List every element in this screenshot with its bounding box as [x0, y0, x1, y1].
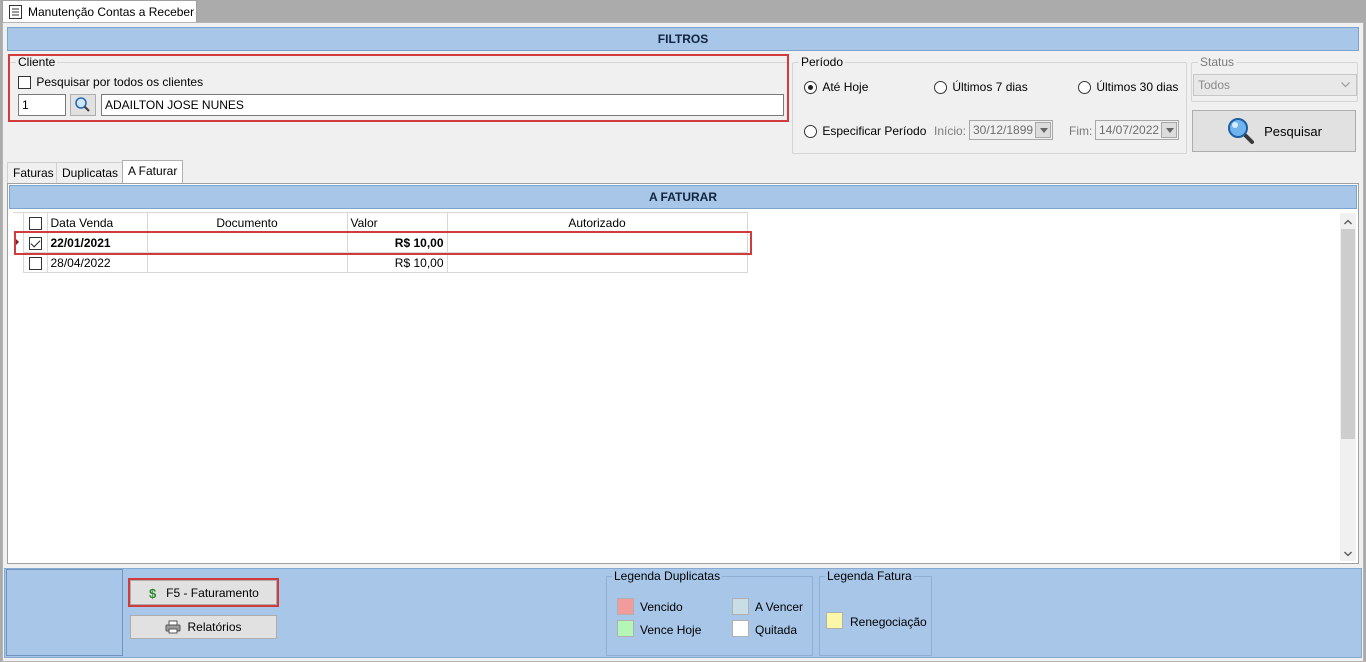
pesquisar-button[interactable]: Pesquisar — [1192, 110, 1356, 152]
fim-date-value: 14/07/2022 — [1099, 123, 1160, 137]
row-checkbox-cell[interactable] — [22, 252, 48, 273]
tab-a-faturar[interactable]: A Faturar — [122, 160, 184, 184]
legend-vencido: Vencido — [640, 600, 683, 614]
bottom-left-box — [6, 569, 123, 656]
faturamento-highlight — [128, 578, 279, 607]
row-indicator-empty — [13, 253, 23, 273]
radio-especificar-label: Especificar Período — [822, 124, 927, 138]
radio-especificar-dot[interactable] — [804, 125, 817, 139]
legend-renegociacao: Renegociação — [850, 615, 927, 629]
legend-vence-hoje: Vence Hoje — [640, 623, 702, 637]
radio-ultimos-7-label: Últimos 7 dias — [952, 80, 1028, 94]
relatorios-button[interactable]: Relatórios — [130, 615, 277, 639]
all-clients-option[interactable]: Pesquisar por todos os clientes — [18, 75, 204, 90]
selected-row-highlight — [14, 231, 752, 255]
all-clients-label: Pesquisar por todos os clientes — [36, 75, 204, 89]
tab-duplicatas[interactable]: Duplicatas — [56, 162, 125, 184]
scroll-down-icon[interactable] — [1344, 551, 1352, 557]
relatorios-label: Relatórios — [187, 620, 242, 634]
a-faturar-header: A FATURAR — [9, 185, 1357, 209]
col-autorizado[interactable]: Autorizado — [446, 212, 748, 233]
filters-header: FILTROS — [7, 27, 1359, 51]
inicio-date-value: 30/12/1899 — [973, 123, 1034, 137]
document-icon — [9, 4, 22, 19]
swatch-vence-hoje — [617, 620, 634, 637]
cell-autorizado — [446, 252, 748, 273]
fim-dropdown-icon[interactable] — [1161, 122, 1177, 138]
col-valor[interactable]: Valor — [346, 212, 448, 233]
legenda-duplicatas-group — [606, 576, 813, 656]
legend-quitada: Quitada — [755, 623, 798, 637]
fim-date-field[interactable]: 14/07/2022 — [1095, 120, 1179, 140]
radio-ultimos-7[interactable]: Últimos 7 dias — [934, 80, 1028, 95]
select-all-checkbox[interactable] — [28, 216, 42, 230]
swatch-vencido — [617, 598, 634, 615]
scroll-thumb[interactable] — [1341, 229, 1355, 439]
table-row[interactable]: 28/04/2022 R$ 10,00 — [13, 252, 748, 273]
client-name-field[interactable]: ADAILTON JOSE NUNES — [101, 94, 784, 116]
table-header-row: Data Venda Documento Valor Autorizado — [13, 212, 748, 233]
inicio-label: Início: — [934, 124, 967, 138]
printer-icon — [165, 620, 181, 634]
radio-ultimos-30-label: Últimos 30 dias — [1096, 80, 1179, 94]
row-indicator-header — [13, 212, 24, 233]
window-tab[interactable]: Manutenção Contas a Receber — [2, 0, 197, 22]
radio-ultimos-30-dot[interactable] — [1078, 81, 1091, 95]
radio-ate-hoje[interactable]: Até Hoje — [804, 80, 869, 95]
swatch-renegociacao — [826, 612, 843, 629]
radio-especificar[interactable]: Especificar Período — [804, 124, 927, 139]
inicio-dropdown-icon[interactable] — [1035, 122, 1051, 138]
radio-ultimos-7-dot[interactable] — [934, 81, 947, 95]
pesquisar-label: Pesquisar — [1264, 123, 1322, 139]
window-title: Manutenção Contas a Receber — [28, 4, 195, 19]
periodo-legend: Período — [801, 55, 844, 69]
cell-data-venda: 28/04/2022 — [46, 252, 148, 273]
cell-documento — [146, 252, 348, 273]
swatch-quitada — [732, 620, 749, 637]
radio-ate-hoje-dot[interactable] — [804, 81, 817, 95]
status-selected: Todos — [1198, 78, 1231, 92]
radio-ultimos-30[interactable]: Últimos 30 dias — [1078, 80, 1179, 95]
select-all-header[interactable] — [22, 212, 48, 233]
radio-ate-hoje-label: Até Hoje — [822, 80, 869, 94]
magnifier-icon — [1228, 118, 1255, 144]
scroll-up-icon[interactable] — [1344, 219, 1352, 225]
all-clients-checkbox[interactable] — [18, 76, 31, 90]
client-search-button[interactable] — [70, 94, 96, 116]
row-checkbox[interactable] — [28, 256, 42, 270]
legenda-duplicatas-title: Legenda Duplicatas — [612, 569, 723, 583]
col-documento[interactable]: Documento — [146, 212, 348, 233]
legend-a-vencer: A Vencer — [755, 600, 804, 614]
cell-valor: R$ 10,00 — [346, 252, 448, 273]
col-data-venda[interactable]: Data Venda — [46, 212, 148, 233]
client-code-input[interactable]: 1 — [18, 94, 66, 116]
fim-label: Fim: — [1069, 124, 1093, 138]
swatch-a-vencer — [732, 598, 749, 615]
legenda-fatura-title: Legenda Fatura — [825, 569, 914, 583]
status-select[interactable]: Todos — [1193, 74, 1357, 96]
search-icon — [75, 97, 90, 112]
tab-faturas[interactable]: Faturas — [7, 162, 60, 184]
inicio-date-field[interactable]: 30/12/1899 — [969, 120, 1053, 140]
status-legend: Status — [1200, 55, 1235, 69]
chevron-down-icon — [1341, 82, 1350, 88]
